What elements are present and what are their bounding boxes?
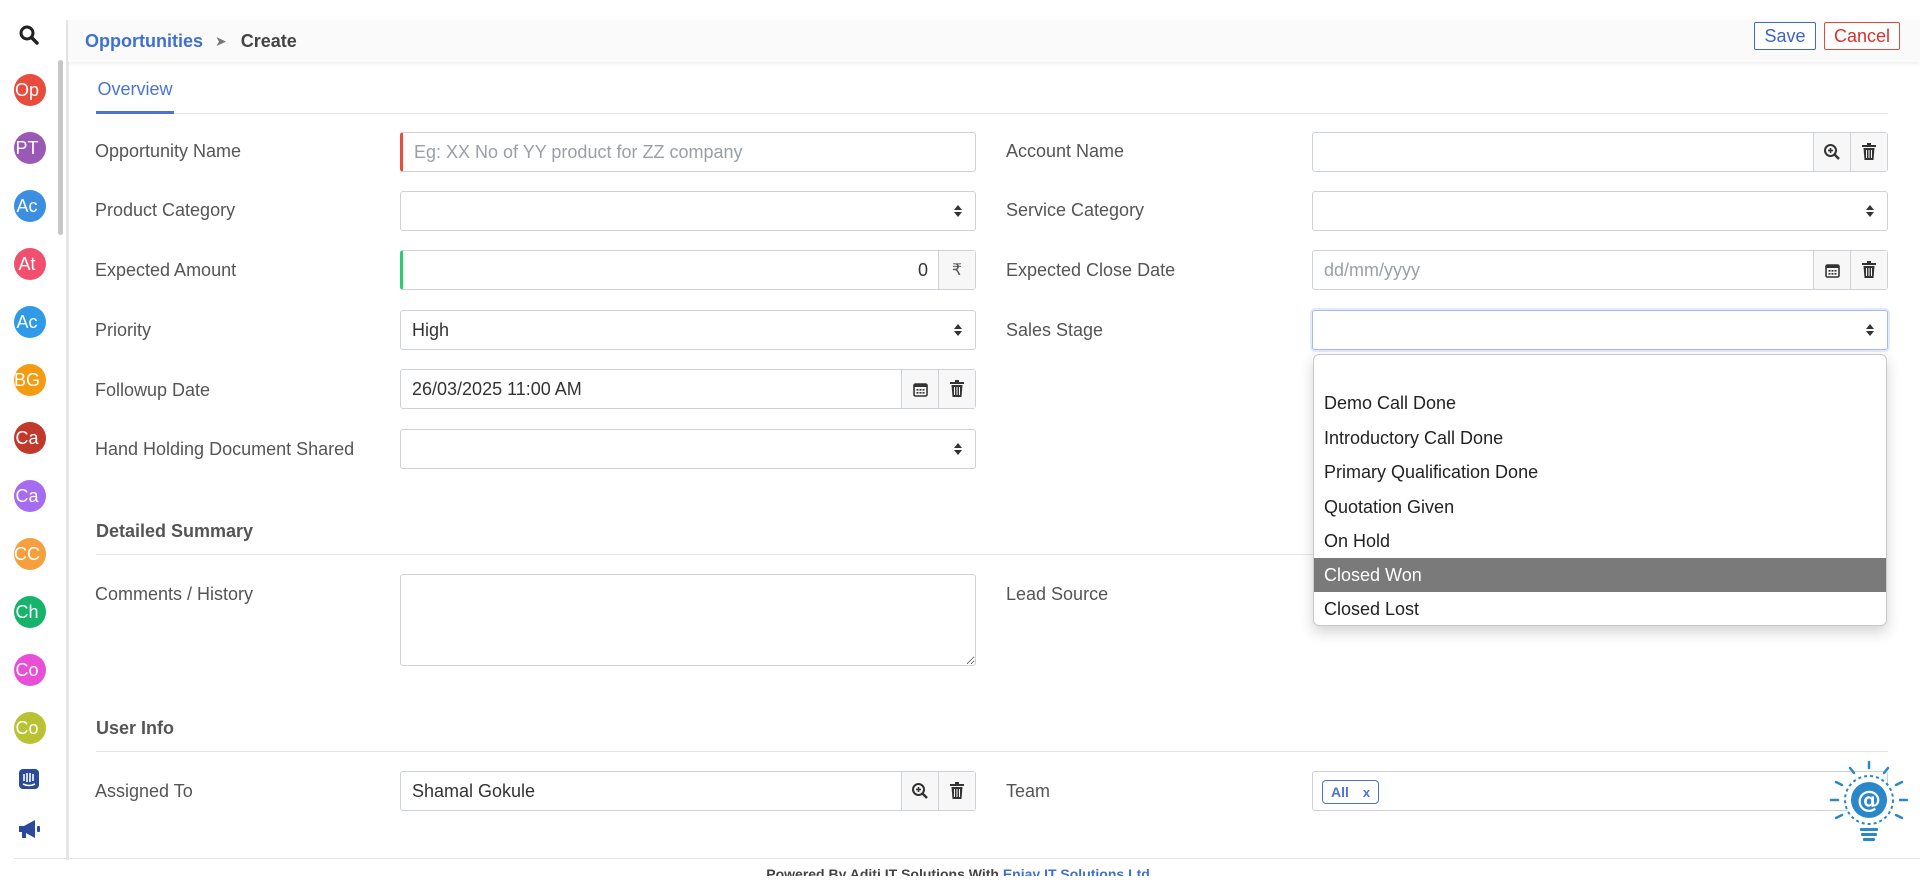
rupee-icon: ₹ (938, 251, 975, 289)
select-arrows-icon (941, 192, 975, 230)
sidebar-item-ca-2[interactable]: Ca (14, 480, 46, 512)
assigned-to-value: Shamal Gokule (412, 780, 536, 801)
footer-divider (14, 858, 1920, 859)
account-name-field[interactable] (1312, 132, 1888, 172)
expected-amount-label: Expected Amount (95, 260, 237, 280)
select-arrows-icon (941, 311, 975, 349)
team-chip-remove-icon[interactable]: x (1363, 785, 1370, 800)
sales-stage-dropdown: Demo Call Done Introductory Call Done Pr… (1313, 354, 1887, 626)
sidebar-item-co[interactable]: Co (14, 654, 46, 686)
priority-label: Priority (95, 320, 152, 340)
sidebar-item-pt[interactable]: PT (14, 132, 46, 164)
user-info-title: User Info (96, 718, 175, 738)
chat-bulb-icon[interactable]: @ (1826, 758, 1912, 848)
trash-icon[interactable] (938, 772, 975, 810)
section-divider (96, 751, 1888, 752)
team-label: Team (1006, 781, 1051, 801)
footer-text: Powered By Aditi IT Solutions With (766, 866, 999, 876)
sidebar-item-ac[interactable]: Ac (14, 190, 46, 222)
sales-stage-option[interactable]: Quotation Given (1314, 490, 1886, 524)
breadcrumb-current: Create (240, 30, 297, 51)
page-header: Opportunities ➤ Create Save Cancel (68, 20, 1920, 62)
breadcrumb-separator-icon: ➤ (215, 32, 227, 49)
sidebar-divider (66, 20, 69, 860)
sidebar-item-ac-2[interactable]: Ac (14, 306, 46, 338)
assigned-to-label: Assigned To (95, 781, 193, 801)
sidebar-item-co-2[interactable]: Co (14, 712, 46, 744)
calendar-icon[interactable] (901, 370, 938, 408)
followup-date-label: Followup Date (95, 380, 211, 400)
sidebar-item-ch[interactable]: Ch (14, 596, 46, 628)
sidebar-item-bg[interactable]: BG (14, 364, 46, 396)
sidebar: Op PT Ac At Ac BG Ca Ca CC Ch Co Co (0, 0, 69, 860)
trash-icon[interactable] (1850, 251, 1887, 289)
sales-stage-option[interactable]: Primary Qualification Done (1314, 455, 1886, 489)
megaphone-icon[interactable] (14, 814, 44, 844)
followup-date-field[interactable]: 26/03/2025 11:00 AM (400, 369, 976, 409)
hand-holding-label: Hand Holding Document Shared (95, 439, 355, 459)
sidebar-item-op[interactable]: Op (14, 74, 46, 106)
comments-textarea[interactable] (400, 574, 976, 666)
cancel-button[interactable]: Cancel (1824, 22, 1900, 50)
tab-bar: Overview (96, 76, 1888, 114)
opportunity-name-field[interactable]: Eg: XX No of YY product for ZZ company (400, 132, 976, 172)
expected-close-date-field[interactable]: dd/mm/yyyy (1312, 250, 1888, 290)
zoom-in-icon[interactable] (1813, 133, 1850, 171)
sidebar-item-at[interactable]: At (14, 248, 46, 280)
priority-select[interactable]: High (400, 310, 976, 350)
hand-holding-select[interactable] (400, 429, 976, 469)
select-arrows-icon (941, 430, 975, 468)
intercom-icon[interactable] (14, 764, 44, 794)
tab-overview[interactable]: Overview (96, 79, 174, 114)
comments-label: Comments / History (95, 584, 254, 604)
footer: Powered By Aditi IT Solutions With Enjay… (0, 862, 1920, 876)
zoom-in-icon[interactable] (901, 772, 938, 810)
team-chip: All x (1322, 780, 1380, 804)
followup-date-value: 26/03/2025 11:00 AM (412, 378, 582, 399)
sales-stage-option[interactable]: Demo Call Done (1314, 386, 1886, 420)
service-category-select[interactable] (1312, 191, 1888, 231)
detailed-summary-title: Detailed Summary (96, 521, 254, 541)
footer-link[interactable]: Enjay IT Solutions Ltd. (1003, 866, 1154, 876)
sales-stage-label: Sales Stage (1006, 320, 1104, 340)
service-category-label: Service Category (1006, 200, 1145, 220)
sales-stage-select[interactable] (1312, 310, 1888, 350)
sales-stage-option[interactable]: On Hold (1314, 524, 1886, 558)
expected-amount-field[interactable]: 0 ₹ (400, 250, 976, 290)
sales-stage-option-highlighted[interactable]: Closed Won (1314, 558, 1886, 592)
select-arrows-icon (1853, 192, 1887, 230)
trash-icon[interactable] (938, 370, 975, 408)
sidebar-scrollbar[interactable] (58, 60, 63, 235)
opportunity-name-label: Opportunity Name (95, 141, 242, 161)
calendar-icon[interactable] (1813, 251, 1850, 289)
sales-stage-option[interactable]: Introductory Call Done (1314, 421, 1886, 455)
expected-close-date-placeholder: dd/mm/yyyy (1324, 259, 1421, 280)
sales-stage-option[interactable]: Closed Lost (1314, 592, 1886, 625)
save-button[interactable]: Save (1754, 22, 1816, 50)
expected-close-date-label: Expected Close Date (1006, 260, 1176, 280)
search-icon[interactable] (14, 20, 44, 50)
product-category-select[interactable] (400, 191, 976, 231)
sidebar-item-cc[interactable]: CC (14, 538, 46, 570)
assigned-to-field[interactable]: Shamal Gokule (400, 771, 976, 811)
expected-amount-value: 0 (917, 259, 928, 280)
account-name-label: Account Name (1006, 141, 1125, 161)
team-chip-label: All (1331, 784, 1349, 800)
breadcrumb-root[interactable]: Opportunities (85, 31, 203, 52)
trash-icon[interactable] (1850, 133, 1887, 171)
lead-source-label: Lead Source (1006, 584, 1109, 604)
team-field[interactable] (1312, 771, 1888, 811)
priority-value: High (412, 319, 450, 340)
sidebar-item-ca[interactable]: Ca (14, 422, 46, 454)
select-arrows-icon (1853, 311, 1887, 349)
product-category-label: Product Category (95, 200, 236, 220)
svg-text:@: @ (1857, 786, 1881, 814)
opportunity-name-placeholder: Eg: XX No of YY product for ZZ company (414, 141, 743, 162)
